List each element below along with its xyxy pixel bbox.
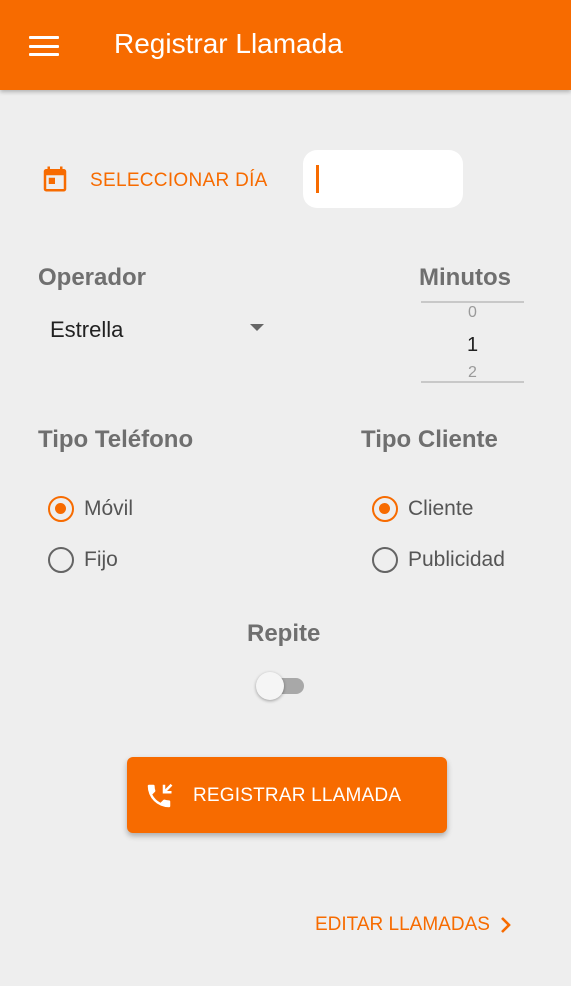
minutes-label: Minutos (419, 264, 511, 291)
radio-label: Cliente (408, 497, 474, 520)
picker-divider-top (421, 301, 524, 303)
client-type-label: Tipo Cliente (361, 426, 498, 453)
radio-label: Móvil (84, 497, 134, 520)
page-title: Registrar Llamada (114, 28, 343, 59)
radio-cliente[interactable]: Cliente (372, 496, 473, 522)
radio-checked-icon (48, 496, 74, 522)
chevron-right-icon (501, 917, 511, 933)
picker-prev-value[interactable]: 0 (421, 304, 524, 322)
edit-calls-link[interactable]: EDITAR LLAMADAS (315, 914, 512, 936)
select-day-button[interactable]: SELECCIONAR DÍA (90, 170, 268, 192)
date-input[interactable] (303, 150, 463, 208)
date-input-field[interactable] (303, 150, 463, 208)
calendar-icon[interactable] (40, 164, 70, 194)
hamburger-menu-icon[interactable] (29, 36, 59, 56)
picker-current-value: 1 (466, 334, 479, 356)
phone-type-label: Tipo Teléfono (38, 426, 194, 453)
picker-divider-bottom (421, 381, 524, 383)
phone-callback-icon (147, 783, 173, 808)
radio-checked-icon (372, 496, 398, 522)
app-bar: Registrar Llamada (0, 0, 571, 90)
radio-label: Publicidad (408, 548, 505, 571)
repeat-toggle[interactable] (256, 672, 308, 700)
operator-selected-value: Estrella (50, 317, 124, 342)
radio-label: Fijo (84, 548, 118, 571)
dropdown-arrow-icon (250, 324, 264, 331)
operator-dropdown[interactable]: Estrella (38, 308, 276, 352)
register-call-label: REGISTRAR LLAMADA (193, 785, 402, 806)
radio-unchecked-icon (48, 547, 74, 573)
operator-label: Operador (38, 264, 147, 291)
edit-calls-label: EDITAR LLAMADAS (315, 914, 490, 935)
minutes-number-picker[interactable]: 0 1 2 (421, 298, 524, 386)
radio-unchecked-icon (372, 547, 398, 573)
register-call-button[interactable]: REGISTRAR LLAMADA (127, 757, 447, 833)
toggle-thumb (256, 672, 284, 700)
radio-movil[interactable]: Móvil (48, 496, 133, 522)
repeat-label: Repite (247, 620, 321, 647)
radio-publicidad[interactable]: Publicidad (372, 547, 505, 573)
radio-fijo[interactable]: Fijo (48, 547, 118, 573)
